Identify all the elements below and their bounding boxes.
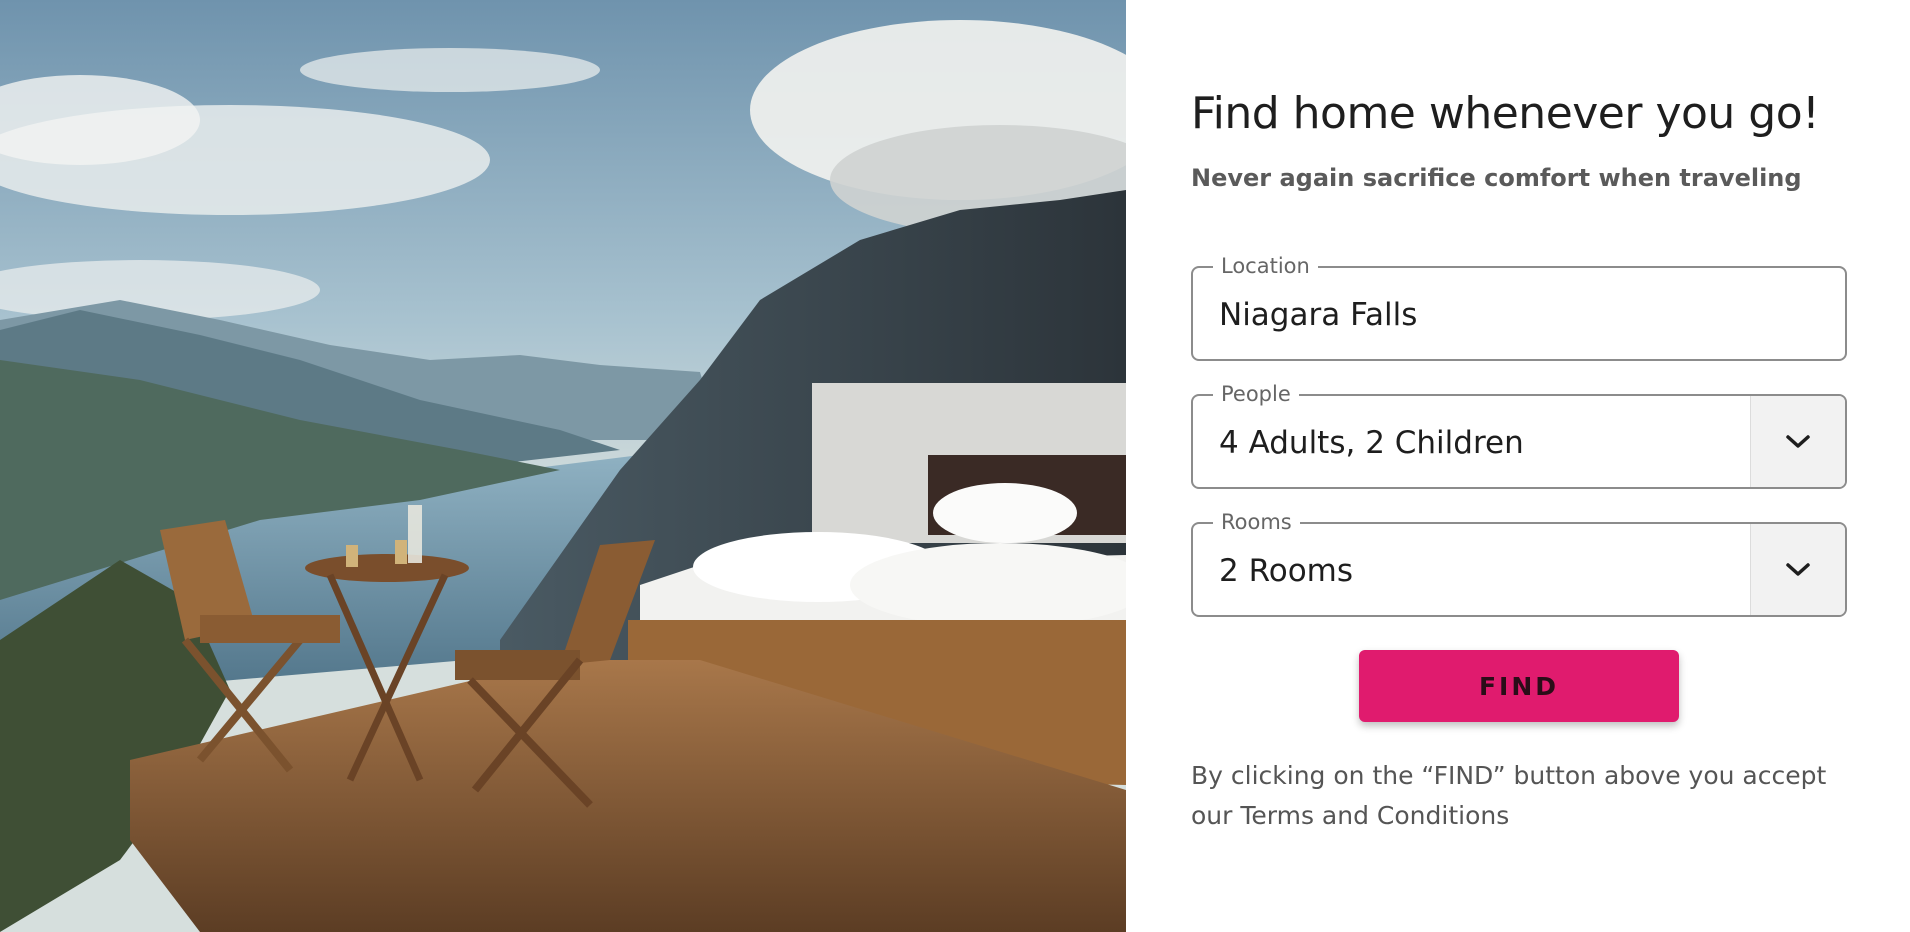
people-dropdown-button[interactable] (1750, 396, 1845, 487)
terms-notice: By clicking on the “FIND” button above y… (1191, 761, 1827, 830)
chevron-down-icon (1786, 434, 1810, 448)
chevron-down-icon (1786, 562, 1810, 576)
people-value[interactable]: 4 Adults, 2 Children (1219, 424, 1524, 462)
rooms-label: Rooms (1213, 509, 1300, 535)
location-input[interactable]: Niagara Falls (1219, 296, 1417, 334)
hero-scene-illustration (0, 0, 1126, 932)
rooms-select[interactable]: Rooms 2 Rooms (1191, 509, 1847, 617)
search-panel: Find home whenever you go! Never again s… (1126, 0, 1910, 932)
page-subtitle: Never again sacrifice comfort when trave… (1191, 164, 1802, 192)
people-label: People (1213, 381, 1299, 407)
rooms-value[interactable]: 2 Rooms (1219, 552, 1353, 590)
location-label: Location (1213, 253, 1318, 279)
page-title: Find home whenever you go! (1191, 88, 1820, 139)
location-field[interactable]: Location Niagara Falls (1191, 253, 1847, 361)
hero-image (0, 0, 1126, 932)
people-select[interactable]: People 4 Adults, 2 Children (1191, 381, 1847, 489)
rooms-dropdown-button[interactable] (1750, 524, 1845, 615)
find-button[interactable]: FIND (1359, 650, 1679, 722)
